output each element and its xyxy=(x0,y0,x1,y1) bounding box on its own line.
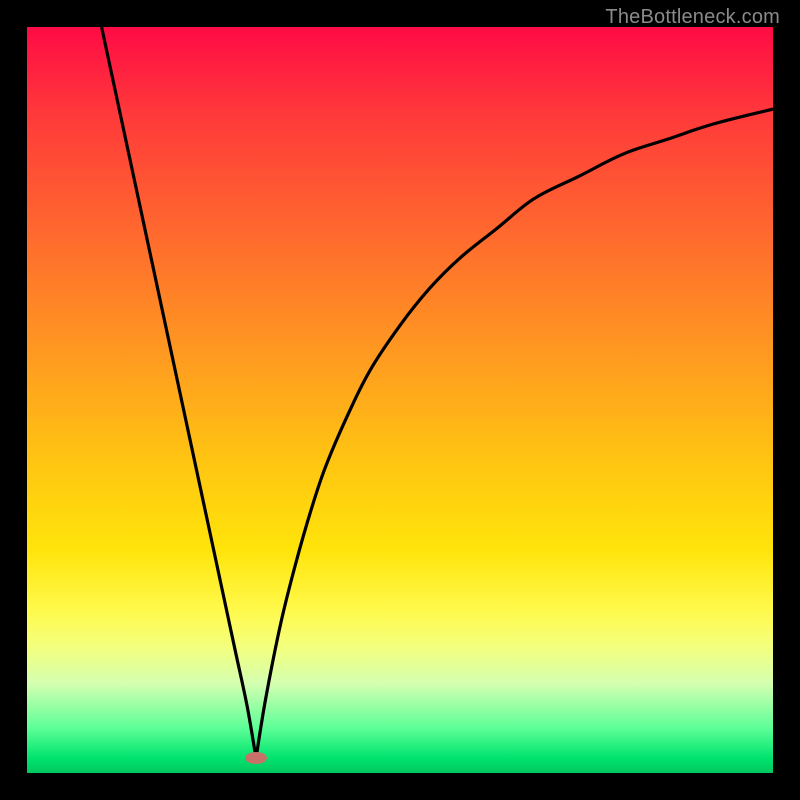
optimal-point-marker xyxy=(245,752,267,764)
curve-right-branch xyxy=(256,109,773,758)
bottleneck-curve xyxy=(27,27,773,773)
curve-left-branch xyxy=(102,27,256,758)
watermark-text: TheBottleneck.com xyxy=(605,6,780,29)
plot-area xyxy=(27,27,773,773)
